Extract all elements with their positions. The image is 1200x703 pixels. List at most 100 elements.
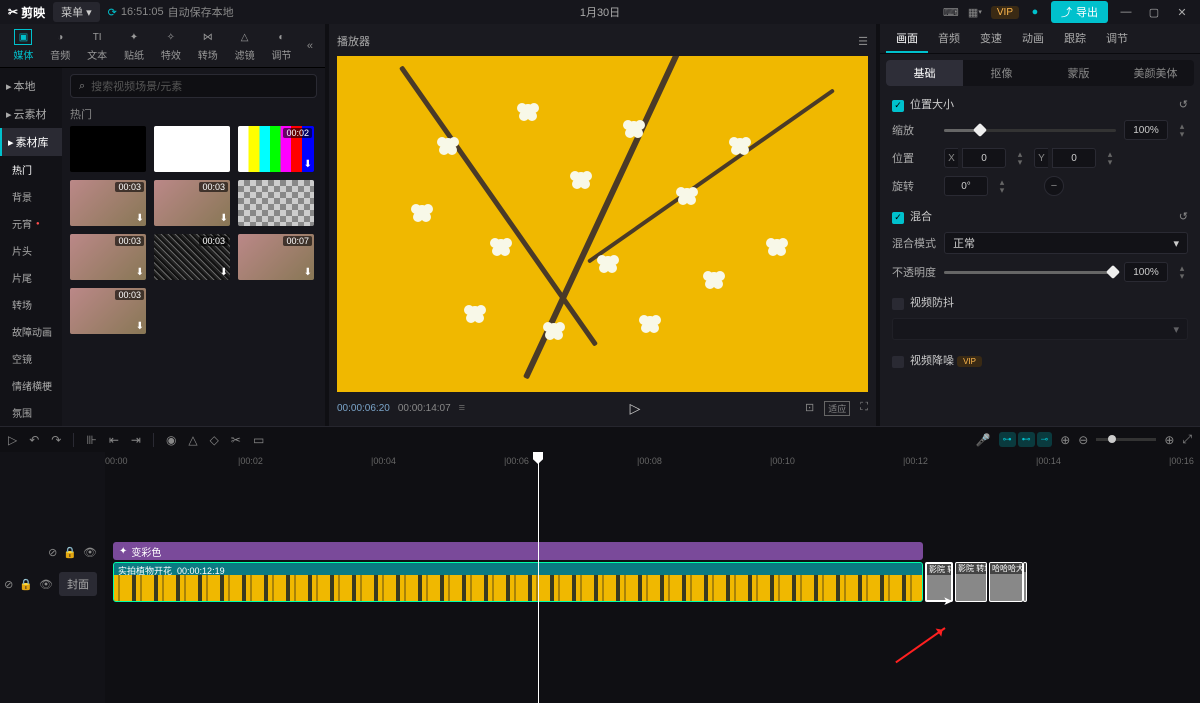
stepper-icon[interactable]: ▴▾ (1176, 122, 1188, 138)
mute-icon[interactable]: 🔒 (19, 578, 33, 591)
subcategory-热门[interactable]: 热门 (0, 156, 62, 183)
media-thumbnail[interactable]: 00:03⬇ (154, 180, 230, 226)
subcategory-背景[interactable]: 背景 (0, 183, 62, 210)
checkbox-pos-size[interactable]: ✓ (892, 100, 904, 112)
split-icon[interactable]: ⊪ (86, 433, 96, 447)
stepper-icon[interactable]: ▴▾ (1014, 150, 1026, 166)
fit-icon[interactable]: ⤢ (1182, 432, 1192, 447)
tool-sticker-icon[interactable]: ✦贴纸 (117, 26, 152, 66)
subcategory-转场[interactable]: 转场 (0, 291, 62, 318)
subcategory-片尾[interactable]: 片尾 (0, 264, 62, 291)
zoom-slider[interactable] (1096, 438, 1156, 441)
notification-dot-icon[interactable]: ● (1027, 4, 1043, 20)
media-thumbnail[interactable] (238, 180, 314, 226)
prop-tab-动画[interactable]: 动画 (1012, 24, 1054, 53)
freeze-icon[interactable]: △ (188, 433, 197, 447)
tool-adjust-icon[interactable]: ◐调节 (264, 26, 299, 66)
tool-effect-icon[interactable]: ✧特效 (153, 26, 188, 66)
close-button[interactable]: ✕ (1172, 6, 1192, 19)
mute-icon[interactable]: 🔒 (63, 546, 77, 559)
download-icon[interactable]: ⬇ (220, 267, 228, 278)
small-clip[interactable]: 影院 转场 (955, 562, 987, 602)
lock-icon[interactable]: ⊘ (48, 546, 57, 559)
preview-snap-icon[interactable]: ⊕ (1060, 433, 1070, 447)
download-icon[interactable]: ⬇ (304, 159, 312, 170)
subcategory-空镜[interactable]: 空镜 (0, 345, 62, 372)
ratio-icon[interactable]: 适应 (824, 401, 850, 416)
snap-toggle-3[interactable]: ⊸ (1037, 432, 1053, 447)
tool-filter-icon[interactable]: △滤镜 (227, 26, 262, 66)
tool-media-icon[interactable]: ▣媒体 (6, 26, 41, 66)
zoom-out-icon[interactable]: ⊖ (1078, 433, 1088, 447)
opacity-slider[interactable] (944, 271, 1116, 274)
subcategory-故障动画[interactable]: 故障动画 (0, 318, 62, 345)
redo-button[interactable]: ↷ (51, 433, 61, 447)
minimize-button[interactable]: — (1116, 6, 1136, 18)
tracks-area[interactable]: 00:00|00:02|00:04|00:06|00:08|00:10|00:1… (105, 452, 1200, 703)
reset-icon[interactable]: ↺ (1179, 98, 1188, 111)
reset-icon[interactable]: ↺ (1179, 210, 1188, 223)
eye-icon[interactable]: 👁 (39, 578, 53, 591)
mirror-icon[interactable]: ▭ (253, 433, 264, 447)
prop-tab-调节[interactable]: 调节 (1096, 24, 1138, 53)
stepper-icon[interactable]: ▴▾ (1176, 264, 1188, 280)
list-icon[interactable]: ≡ (459, 402, 465, 414)
menu-button[interactable]: 菜单▾ (53, 2, 100, 22)
scale-value[interactable]: 100% (1124, 120, 1168, 140)
time-ruler[interactable]: 00:00|00:02|00:04|00:06|00:08|00:10|00:1… (105, 452, 1200, 472)
tool-audio-icon[interactable]: ◑音频 (43, 26, 78, 66)
tool-text-icon[interactable]: TI文本 (80, 26, 115, 66)
prop-subtab-抠像[interactable]: 抠像 (963, 60, 1040, 86)
small-clip[interactable]: 哈哈哈大笑 (989, 562, 1023, 602)
media-thumbnail[interactable]: 00:03⬇ (70, 288, 146, 334)
record-icon[interactable]: ◉ (166, 433, 176, 447)
download-icon[interactable]: ⬇ (136, 213, 144, 224)
stabilize-select[interactable]: ▾ (892, 318, 1188, 340)
menu-icon[interactable]: ☰ (858, 35, 868, 48)
reverse-icon[interactable]: ◇ (210, 433, 219, 447)
cover-button[interactable]: 封面 (59, 572, 97, 596)
media-thumbnail[interactable]: 00:03⬇ (154, 234, 230, 280)
lock-icon[interactable]: ⊘ (4, 578, 13, 591)
stepper-icon[interactable]: ▴▾ (996, 178, 1008, 194)
prop-tab-跟踪[interactable]: 跟踪 (1054, 24, 1096, 53)
crop-tool-icon[interactable]: ✂ (231, 433, 241, 447)
category-云素材[interactable]: ▸云素材 (0, 100, 62, 128)
shortcut-icon[interactable]: ⌨ (943, 4, 959, 20)
subcategory-氛围[interactable]: 氛围 (0, 399, 62, 426)
fullscreen-icon[interactable]: ⛶ (860, 401, 868, 416)
checkbox-stabilize[interactable]: ✓ (892, 298, 904, 310)
delete-right-icon[interactable]: ⇥ (131, 433, 141, 447)
media-thumbnail[interactable]: 00:07⬇ (238, 234, 314, 280)
prop-subtab-美颜美体[interactable]: 美颜美体 (1117, 60, 1194, 86)
vip-badge[interactable]: VIP (991, 6, 1019, 19)
category-本地[interactable]: ▸本地 (0, 72, 62, 100)
export-button[interactable]: ⤴导出 (1051, 1, 1108, 23)
prop-subtab-蒙版[interactable]: 蒙版 (1040, 60, 1117, 86)
playhead[interactable] (538, 452, 539, 703)
fx-track[interactable]: ✦ 变彩色 (105, 542, 1200, 562)
category-素材库[interactable]: ▸素材库 (0, 128, 62, 156)
rotate-left-button[interactable]: − (1044, 176, 1064, 196)
subcategory-情绪横梗[interactable]: 情绪横梗 (0, 372, 62, 399)
download-icon[interactable]: ⬇ (304, 267, 312, 278)
prop-tab-变速[interactable]: 变速 (970, 24, 1012, 53)
preview-viewport[interactable] (337, 56, 868, 392)
media-thumbnail[interactable]: 00:02⬇ (238, 126, 314, 172)
zoom-in-icon[interactable]: ⊕ (1164, 433, 1174, 447)
fx-clip[interactable]: ✦ 变彩色 (113, 542, 923, 560)
rotation-value[interactable]: 0° (944, 176, 988, 196)
select-tool-icon[interactable]: ▷ (8, 433, 17, 447)
prop-subtab-基础[interactable]: 基础 (886, 60, 963, 86)
prop-tab-画面[interactable]: 画面 (886, 24, 928, 53)
eye-icon[interactable]: 👁 (83, 546, 97, 559)
blend-mode-select[interactable]: 正常▾ (944, 232, 1188, 254)
small-clip[interactable]: 00 (1023, 562, 1027, 602)
media-thumbnail[interactable]: 00:03⬇ (70, 180, 146, 226)
prop-tab-音频[interactable]: 音频 (928, 24, 970, 53)
snap-toggle-1[interactable]: ⊶ (999, 432, 1016, 447)
pos-x-input[interactable]: X0 (944, 148, 1006, 168)
crop-icon[interactable]: ⊡ (805, 401, 814, 416)
media-thumbnail[interactable] (154, 126, 230, 172)
download-icon[interactable]: ⬇ (220, 213, 228, 224)
